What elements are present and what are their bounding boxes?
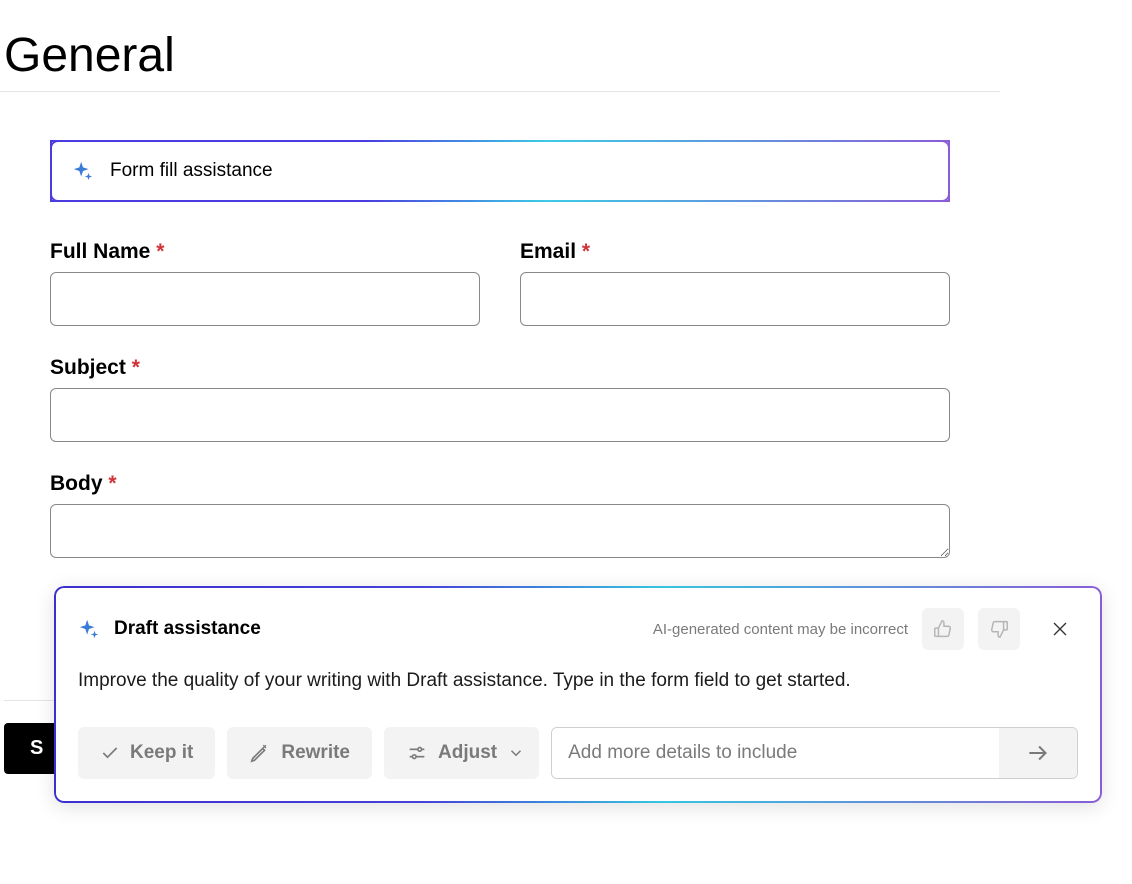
email-label: Email * xyxy=(520,240,950,264)
check-icon xyxy=(100,743,120,763)
form-fill-assistance-banner[interactable]: Form fill assistance xyxy=(50,140,950,202)
draft-header: Draft assistance AI-generated content ma… xyxy=(78,608,1078,650)
sliders-icon xyxy=(406,742,428,764)
subject-label: Subject * xyxy=(50,356,950,380)
details-input-wrap xyxy=(551,727,1078,779)
required-mark: * xyxy=(156,240,164,263)
thumbs-down-icon xyxy=(988,618,1010,640)
close-icon xyxy=(1051,620,1069,638)
subject-label-text: Subject xyxy=(50,356,126,379)
draft-assistance-panel: Draft assistance AI-generated content ma… xyxy=(54,586,1102,803)
full-name-label-text: Full Name xyxy=(50,240,150,263)
adjust-button[interactable]: Adjust xyxy=(384,727,539,779)
draft-title: Draft assistance xyxy=(114,618,261,640)
draft-actions: Keep it Rewrite Adjust xyxy=(78,727,1078,779)
sparkle-icon xyxy=(72,160,94,182)
close-button[interactable] xyxy=(1042,611,1078,647)
required-mark: * xyxy=(108,472,116,495)
body-label-text: Body xyxy=(50,472,103,495)
required-mark: * xyxy=(582,240,590,263)
subject-field: Subject * xyxy=(50,356,950,442)
arrow-right-icon xyxy=(1025,740,1051,766)
body-textarea[interactable] xyxy=(50,504,950,558)
adjust-label: Adjust xyxy=(438,742,497,764)
email-field: Email * xyxy=(520,240,950,326)
thumbs-up-icon xyxy=(932,618,954,640)
email-input[interactable] xyxy=(520,272,950,326)
ai-warning-text: AI-generated content may be incorrect xyxy=(653,621,908,638)
body-label: Body * xyxy=(50,472,950,496)
send-button[interactable] xyxy=(999,728,1077,778)
page-title: General xyxy=(0,0,1132,91)
rewrite-button[interactable]: Rewrite xyxy=(227,727,372,779)
subject-input[interactable] xyxy=(50,388,950,442)
full-name-field: Full Name * xyxy=(50,240,480,326)
full-name-input[interactable] xyxy=(50,272,480,326)
keep-it-button[interactable]: Keep it xyxy=(78,727,215,779)
email-label-text: Email xyxy=(520,240,576,263)
assist-banner-label: Form fill assistance xyxy=(110,160,273,182)
chevron-down-icon xyxy=(507,744,525,762)
rewrite-icon xyxy=(249,742,271,764)
rewrite-label: Rewrite xyxy=(281,742,350,764)
thumbs-down-button[interactable] xyxy=(978,608,1020,650)
body-field: Body * xyxy=(50,472,950,558)
thumbs-up-button[interactable] xyxy=(922,608,964,650)
draft-description: Improve the quality of your writing with… xyxy=(78,668,1078,695)
sparkle-icon xyxy=(78,618,100,640)
keep-it-label: Keep it xyxy=(130,742,193,764)
required-mark: * xyxy=(132,356,140,379)
form-container: Form fill assistance Full Name * Email *… xyxy=(0,92,1000,558)
details-input[interactable] xyxy=(552,728,999,778)
full-name-label: Full Name * xyxy=(50,240,480,264)
